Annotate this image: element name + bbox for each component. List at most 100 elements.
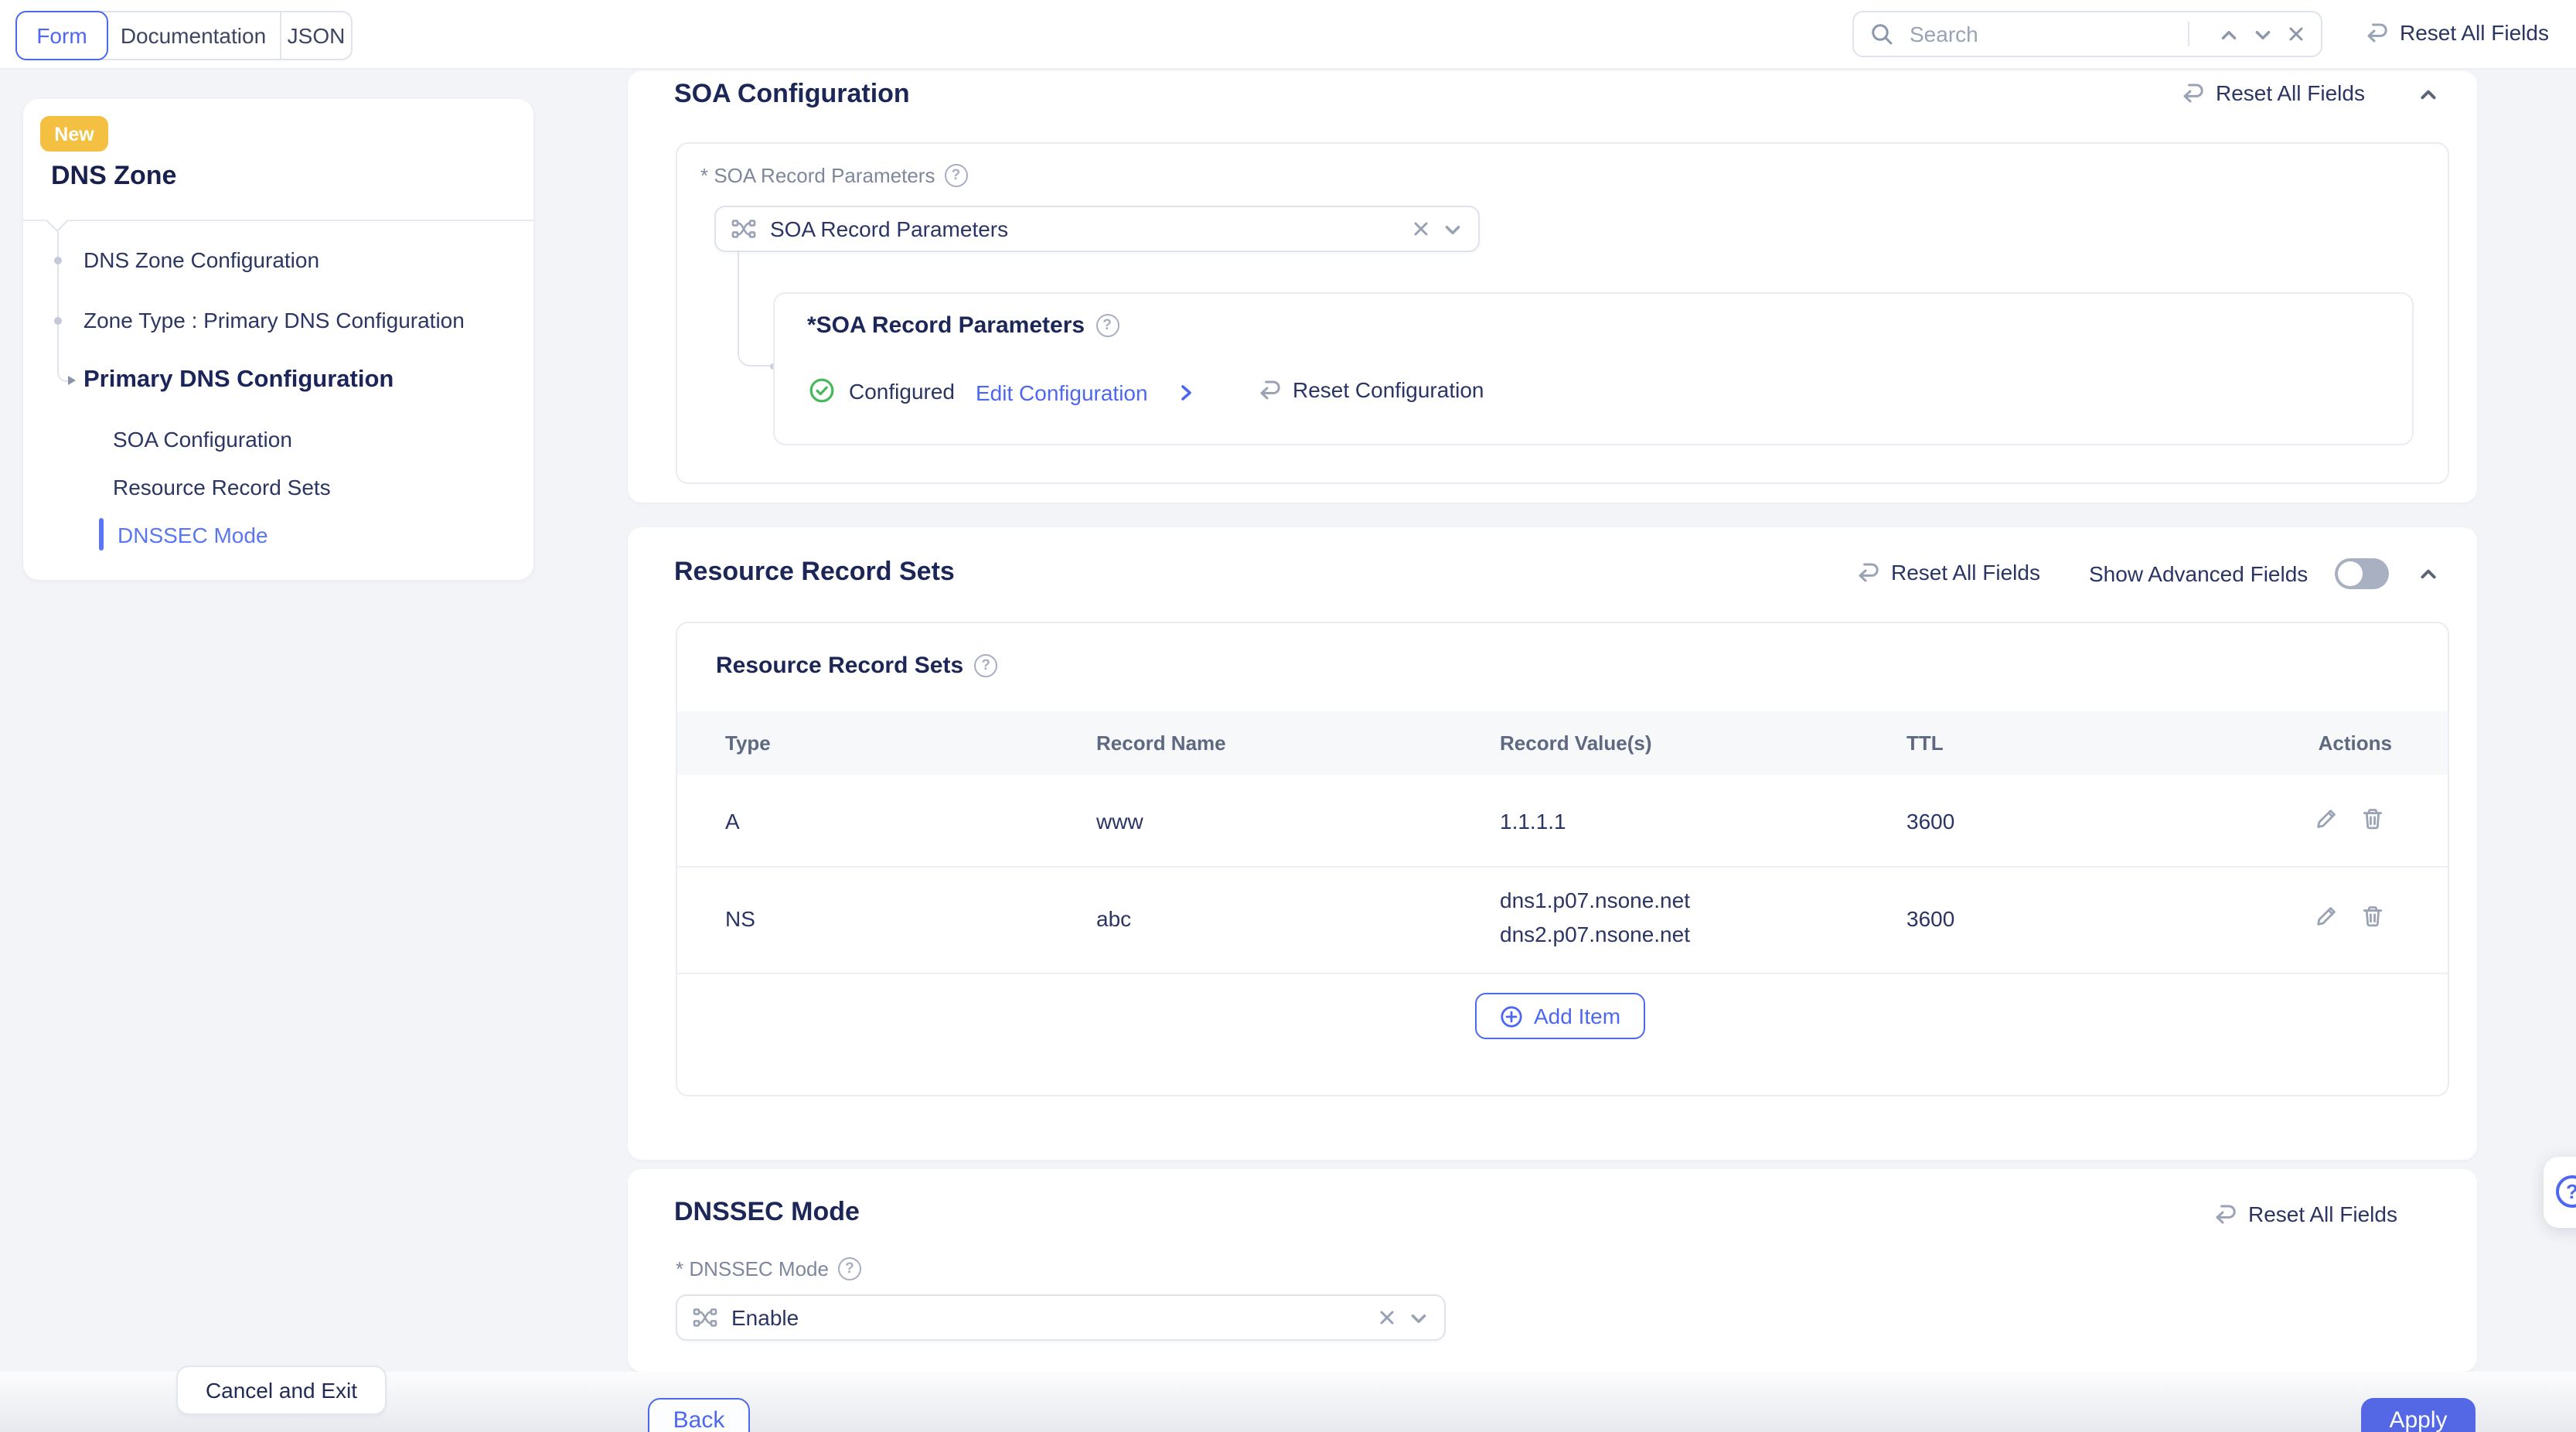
tree-bullet <box>54 316 62 324</box>
dns-zone-form-page: Form Documentation JSON Reset All Fields <box>0 0 2576 1432</box>
question-circle-icon <box>2556 1175 2576 1208</box>
reset-icon <box>2216 1205 2236 1224</box>
chevron-down-icon[interactable] <box>1409 1308 1429 1328</box>
search-prev-icon[interactable] <box>2219 24 2239 44</box>
back-button[interactable]: Back <box>648 1398 750 1432</box>
top-bar: Form Documentation JSON Reset All Fields <box>0 0 2576 70</box>
sidebar-title: DNS Zone <box>51 161 177 190</box>
resource-record-sets-section: Resource Record Sets Reset All Fields Sh… <box>628 527 2477 1160</box>
dnssec-reset-all-fields-button[interactable]: Reset All Fields <box>2213 1202 2397 1226</box>
sidebar-collapse-notch[interactable] <box>46 210 69 233</box>
row-divider <box>677 973 2448 974</box>
table-row: A www 1.1.1.1 3600 <box>677 775 2448 868</box>
tree-bullet <box>54 256 62 264</box>
help-floating-button[interactable] <box>2544 1157 2576 1228</box>
dnssec-mode-select[interactable]: Enable <box>676 1294 1446 1341</box>
cell-record-value: 1.1.1.1 <box>1500 809 1566 834</box>
edit-icon[interactable] <box>2313 806 2339 832</box>
soa-field-label: * SOA Record Parameters <box>700 164 968 187</box>
soa-configuration-section: SOA Configuration Reset All Fields * SOA… <box>628 71 2477 503</box>
cell-ttl: 3600 <box>1906 906 1955 931</box>
nested-field-connector <box>738 252 773 367</box>
reset-icon <box>1260 380 1280 400</box>
clear-selection-icon[interactable] <box>1412 220 1430 238</box>
search-input[interactable] <box>1906 20 2179 48</box>
help-icon[interactable] <box>974 654 998 677</box>
column-record-values: Record Value(s) <box>1500 731 1652 755</box>
reset-all-fields-button-top[interactable]: Reset All Fields <box>2364 20 2549 45</box>
tree-arrow-icon <box>68 376 76 385</box>
cell-record-value: dns1.p07.nsone.net <box>1500 888 1690 912</box>
soa-inner-title: *SOA Record Parameters <box>807 312 1119 339</box>
show-advanced-fields-toggle[interactable] <box>2335 558 2389 589</box>
edit-configuration-link[interactable]: Edit Configuration <box>976 380 1148 405</box>
cancel-and-exit-button[interactable]: Cancel and Exit <box>176 1366 387 1415</box>
configured-status: Configured <box>849 378 955 403</box>
help-icon[interactable] <box>1095 314 1119 337</box>
chevron-right-icon[interactable] <box>1177 384 1195 402</box>
rrs-section-title: Resource Record Sets <box>674 557 955 586</box>
edit-icon[interactable] <box>2313 903 2339 929</box>
check-circle-icon <box>809 378 834 403</box>
add-item-button[interactable]: Add Item <box>1475 993 1645 1039</box>
rrs-reset-all-fields-button[interactable]: Reset All Fields <box>1855 560 2040 585</box>
soa-record-parameters-select[interactable]: SOA Record Parameters <box>714 206 1480 252</box>
cell-type: NS <box>725 906 755 931</box>
tab-documentation[interactable]: Documentation <box>107 12 280 59</box>
sidebar-item-zone-type[interactable]: Zone Type : Primary DNS Configuration <box>83 308 465 332</box>
tab-json[interactable]: JSON <box>280 12 351 59</box>
help-icon[interactable] <box>837 1257 861 1280</box>
delete-icon[interactable] <box>2360 903 2386 929</box>
shuffle-icon <box>731 220 756 238</box>
cell-record-name: www <box>1096 809 1143 834</box>
tree-connector-line <box>57 232 71 382</box>
reset-icon <box>2183 84 2203 103</box>
column-record-name: Record Name <box>1096 731 1226 755</box>
wizard-sidebar: New DNS Zone DNS Zone Configuration Zone… <box>23 99 533 580</box>
shuffle-icon <box>693 1308 717 1327</box>
chevron-down-icon[interactable] <box>1443 219 1463 239</box>
tab-form[interactable]: Form <box>15 11 108 60</box>
sidebar-divider <box>23 220 533 221</box>
rrs-table-card: Resource Record Sets Type Record Name Re… <box>676 622 2449 1096</box>
clear-selection-icon[interactable] <box>1378 1308 1396 1327</box>
soa-record-parameters-fieldset: * SOA Record Parameters SOA Record Param… <box>676 142 2449 484</box>
search-clear-icon[interactable] <box>2287 25 2305 43</box>
soa-section-title: SOA Configuration <box>674 79 910 108</box>
cell-type: A <box>725 809 740 834</box>
search-box <box>1852 11 2322 57</box>
sidebar-item-dns-zone-configuration[interactable]: DNS Zone Configuration <box>83 247 319 272</box>
search-next-icon[interactable] <box>2253 24 2273 44</box>
cell-ttl: 3600 <box>1906 809 1955 834</box>
search-divider <box>2188 22 2189 46</box>
column-type: Type <box>725 731 771 755</box>
rrs-table-title: Resource Record Sets <box>716 653 998 679</box>
dnssec-mode-section: DNSSEC Mode Reset All Fields * DNSSEC Mo… <box>628 1169 2477 1372</box>
plus-circle-icon <box>1501 1005 1522 1027</box>
sidebar-item-primary-dns-configuration[interactable]: Primary DNS Configuration <box>83 367 394 394</box>
view-tab-group: Form Documentation JSON <box>15 11 353 60</box>
sidebar-item-resource-record-sets[interactable]: Resource Record Sets <box>113 475 331 499</box>
cell-record-name: abc <box>1096 906 1132 931</box>
help-icon[interactable] <box>944 164 968 187</box>
active-item-indicator <box>99 518 104 551</box>
rrs-collapse-icon[interactable] <box>2418 564 2438 585</box>
new-badge: New <box>40 116 108 152</box>
soa-collapse-icon[interactable] <box>2418 85 2438 105</box>
reset-icon <box>1859 563 1879 582</box>
sidebar-item-soa-configuration[interactable]: SOA Configuration <box>113 427 292 452</box>
sidebar-item-dnssec-mode[interactable]: DNSSEC Mode <box>118 523 268 547</box>
dnssec-field-label: * DNSSEC Mode <box>676 1257 861 1280</box>
toggle-knob <box>2338 561 2363 586</box>
dnssec-section-title: DNSSEC Mode <box>674 1197 860 1226</box>
soa-status-row: Configured <box>809 377 955 404</box>
delete-icon[interactable] <box>2360 806 2386 832</box>
reset-icon <box>2367 23 2387 43</box>
soa-record-parameters-card: *SOA Record Parameters Configured Edit C… <box>773 292 2414 445</box>
table-header-row: Type Record Name Record Value(s) TTL Act… <box>677 711 2448 775</box>
apply-button[interactable]: Apply <box>2361 1398 2475 1432</box>
column-actions: Actions <box>2318 731 2392 755</box>
reset-configuration-button[interactable]: Reset Configuration <box>1257 377 1484 402</box>
soa-reset-all-fields-button[interactable]: Reset All Fields <box>2180 80 2365 105</box>
cell-record-value: dns2.p07.nsone.net <box>1500 922 1690 946</box>
